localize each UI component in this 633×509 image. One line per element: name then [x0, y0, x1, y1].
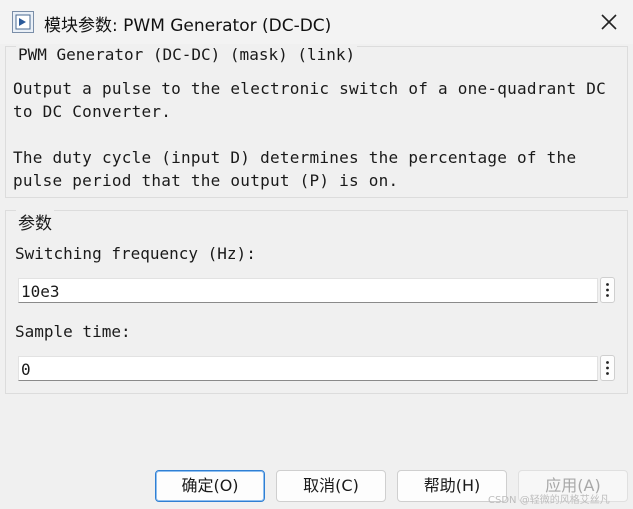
title-bar: 模块参数: PWM Generator (DC-DC) [0, 0, 633, 44]
switching-frequency-menu-button[interactable] [600, 277, 615, 303]
close-button[interactable] [599, 12, 619, 32]
kebab-menu-icon [606, 283, 609, 297]
cancel-button[interactable]: 取消(C) [276, 470, 386, 502]
block-heading: PWM Generator (DC-DC) (mask) (link) [16, 45, 358, 64]
description-line: The duty cycle (input D) determines the … [13, 148, 577, 167]
parameters-panel: 参数 Switching frequency (Hz): 10e3 Sample… [5, 209, 628, 394]
ok-button[interactable]: 确定(O) [155, 470, 265, 502]
watermark: CSDN @轻微的风格艾丝凡 [488, 495, 610, 506]
switching-frequency-value: 10e3 [21, 282, 60, 301]
switching-frequency-input[interactable]: 10e3 [18, 278, 598, 303]
kebab-menu-icon [606, 361, 609, 375]
description-panel: PWM Generator (DC-DC) (mask) (link) Outp… [5, 45, 628, 198]
sample-time-menu-button[interactable] [600, 355, 615, 381]
description-line: Output a pulse to the electronic switch … [13, 79, 606, 98]
simulink-block-icon [12, 11, 34, 33]
sample-time-input[interactable]: 0 [18, 356, 598, 381]
window-title: 模块参数: PWM Generator (DC-DC) [44, 16, 332, 36]
description-line: pulse period that the output (P) is on. [13, 171, 399, 190]
close-icon [601, 14, 617, 30]
sample-time-label: Sample time: [15, 322, 131, 341]
switching-frequency-label: Switching frequency (Hz): [15, 244, 256, 263]
description-line: to DC Converter. [13, 102, 172, 121]
parameters-heading: 参数 [16, 209, 54, 234]
sample-time-value: 0 [21, 360, 31, 379]
